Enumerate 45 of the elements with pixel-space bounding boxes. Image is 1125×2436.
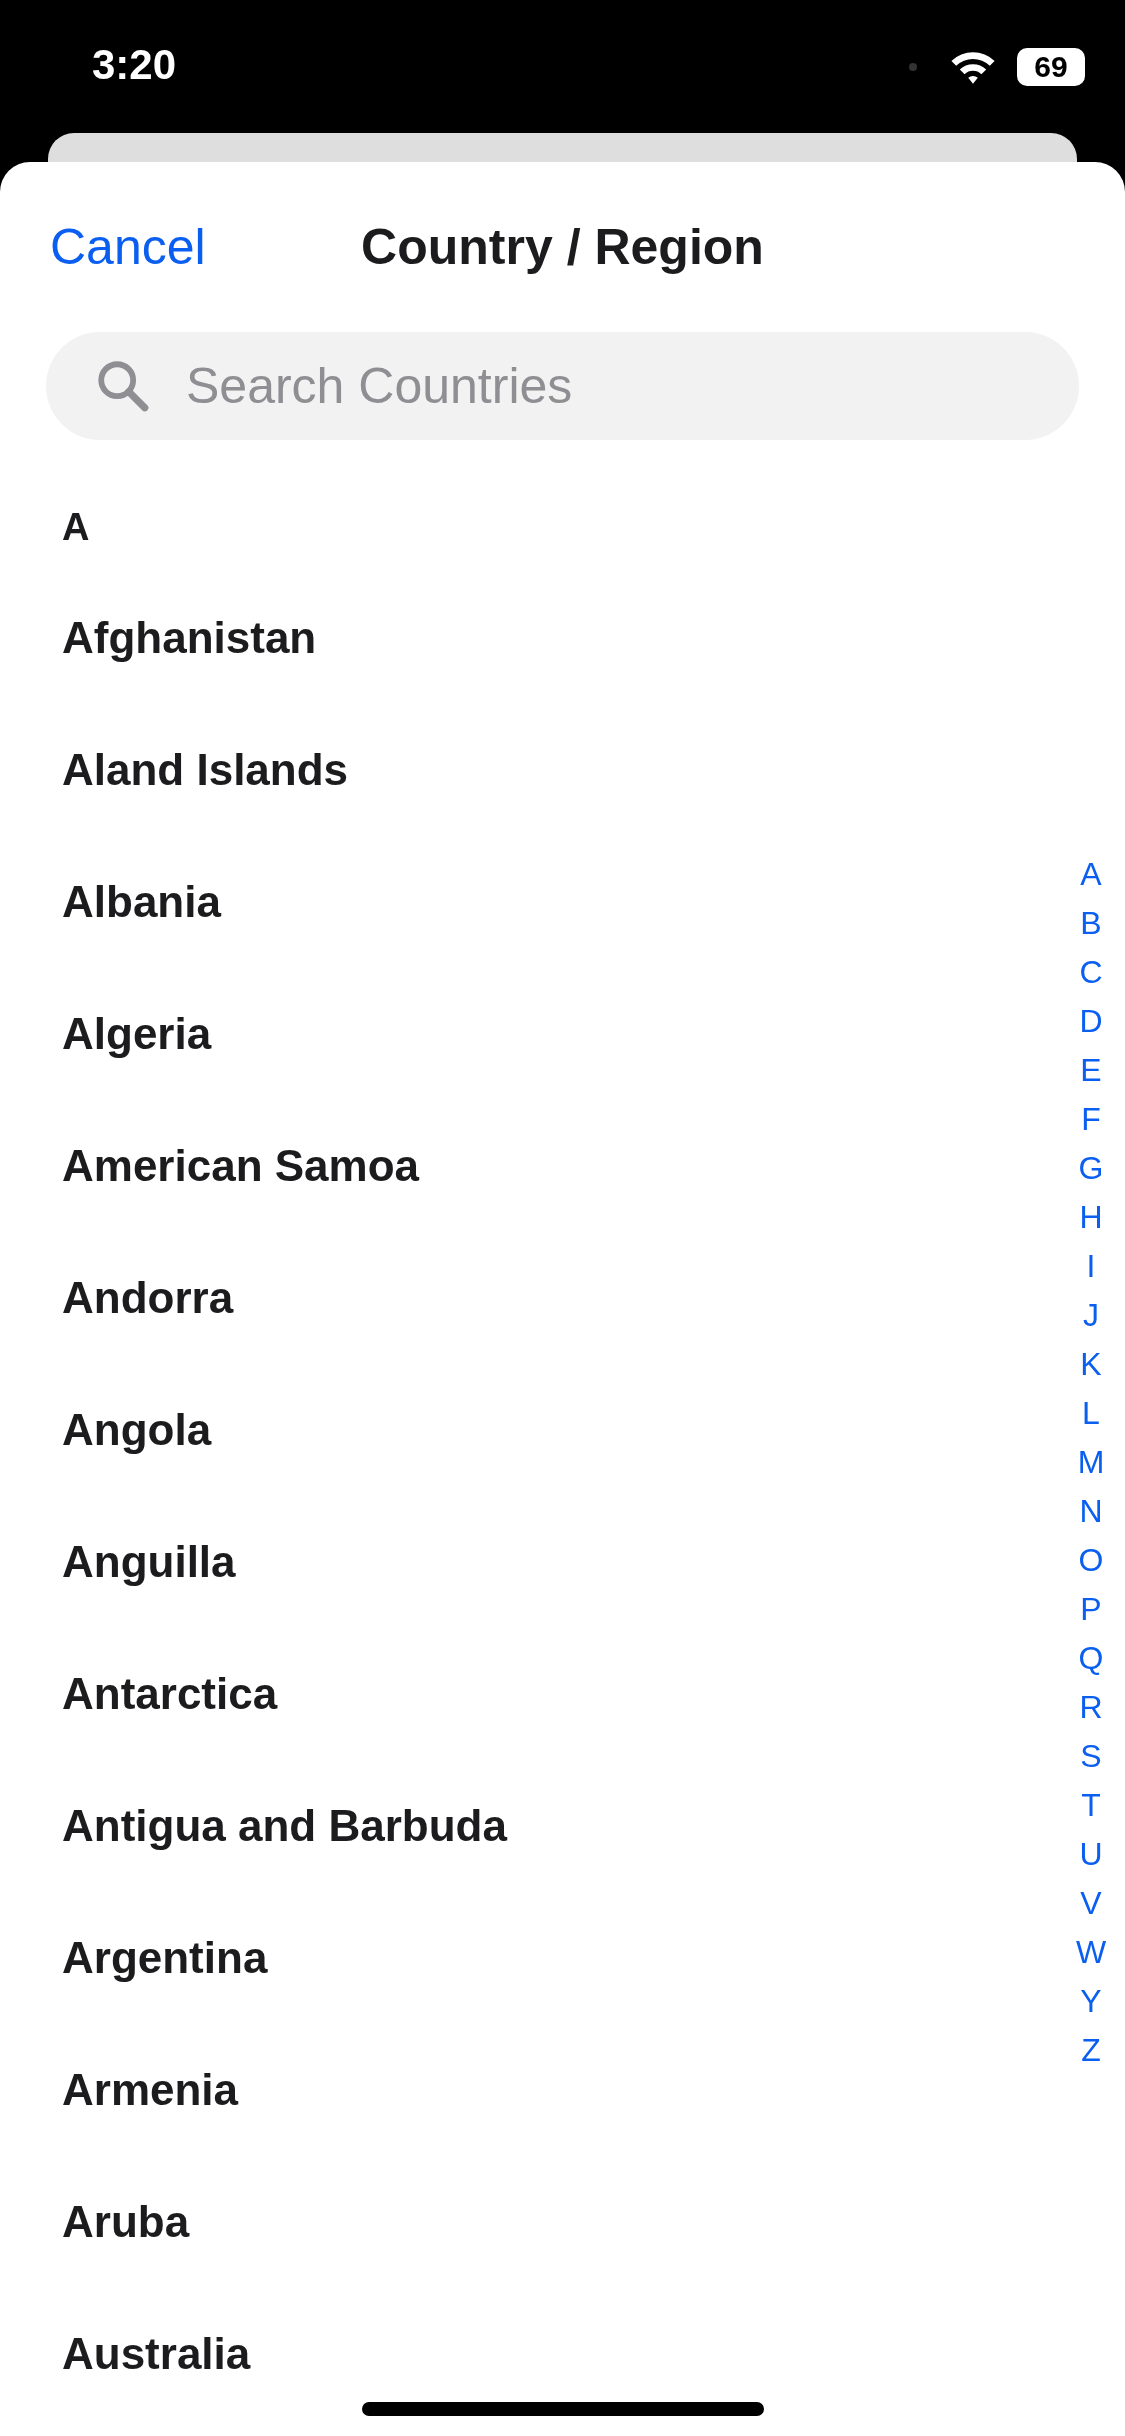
country-item[interactable]: American Samoa — [62, 1141, 420, 1191]
section-header: A — [62, 506, 91, 550]
country-item[interactable]: Andorra — [62, 1273, 234, 1323]
country-item[interactable]: Angola — [62, 1405, 212, 1455]
search-field[interactable]: Search Countries — [46, 332, 1079, 440]
country-item[interactable]: Argentina — [62, 1933, 268, 1983]
index-letter[interactable]: D — [1071, 997, 1111, 1046]
index-letter[interactable]: N — [1071, 1487, 1111, 1536]
status-time: 3:20 — [92, 40, 177, 89]
index-letter[interactable]: Q — [1071, 1634, 1111, 1683]
country-item[interactable]: Antigua and Barbuda — [62, 1801, 507, 1851]
country-item[interactable]: Albania — [62, 877, 221, 927]
index-letter[interactable]: M — [1071, 1438, 1111, 1487]
index-letter[interactable]: E — [1071, 1046, 1111, 1095]
index-letter[interactable]: H — [1071, 1193, 1111, 1242]
index-letter[interactable]: O — [1071, 1536, 1111, 1585]
index-letter[interactable]: B — [1071, 899, 1111, 948]
index-letter[interactable]: L — [1071, 1389, 1111, 1438]
country-item[interactable]: Armenia — [62, 2065, 239, 2115]
country-item[interactable]: Afghanistan — [62, 613, 317, 663]
index-letter[interactable]: C — [1071, 948, 1111, 997]
index-letter[interactable]: Y — [1071, 1977, 1111, 2026]
country-item[interactable]: Anguilla — [62, 1537, 236, 1587]
country-item[interactable]: Algeria — [62, 1009, 212, 1059]
country-item[interactable]: Aruba — [62, 2197, 190, 2247]
country-item[interactable]: Aland Islands — [62, 745, 349, 795]
battery-icon: 69 — [1017, 47, 1085, 86]
country-item[interactable]: Australia — [62, 2329, 251, 2379]
index-letter[interactable]: A — [1071, 850, 1111, 899]
cancel-button[interactable]: Cancel — [50, 218, 206, 276]
index-letter[interactable]: F — [1071, 1095, 1111, 1144]
index-letter[interactable]: J — [1071, 1291, 1111, 1340]
index-letter[interactable]: R — [1071, 1683, 1111, 1732]
index-letter[interactable]: G — [1071, 1144, 1111, 1193]
index-letter[interactable]: V — [1071, 1879, 1111, 1928]
index-letter[interactable]: T — [1071, 1781, 1111, 1830]
index-letter[interactable]: K — [1071, 1340, 1111, 1389]
index-letter[interactable]: S — [1071, 1732, 1111, 1781]
sheet-title: Country / Region — [361, 218, 764, 276]
index-letter[interactable]: P — [1071, 1585, 1111, 1634]
index-letter[interactable]: Z — [1071, 2026, 1111, 2075]
index-letter[interactable]: U — [1071, 1830, 1111, 1879]
index-letter[interactable]: W — [1071, 1928, 1111, 1977]
country-item[interactable]: Antarctica — [62, 1669, 278, 1719]
index-letter[interactable]: I — [1071, 1242, 1111, 1291]
